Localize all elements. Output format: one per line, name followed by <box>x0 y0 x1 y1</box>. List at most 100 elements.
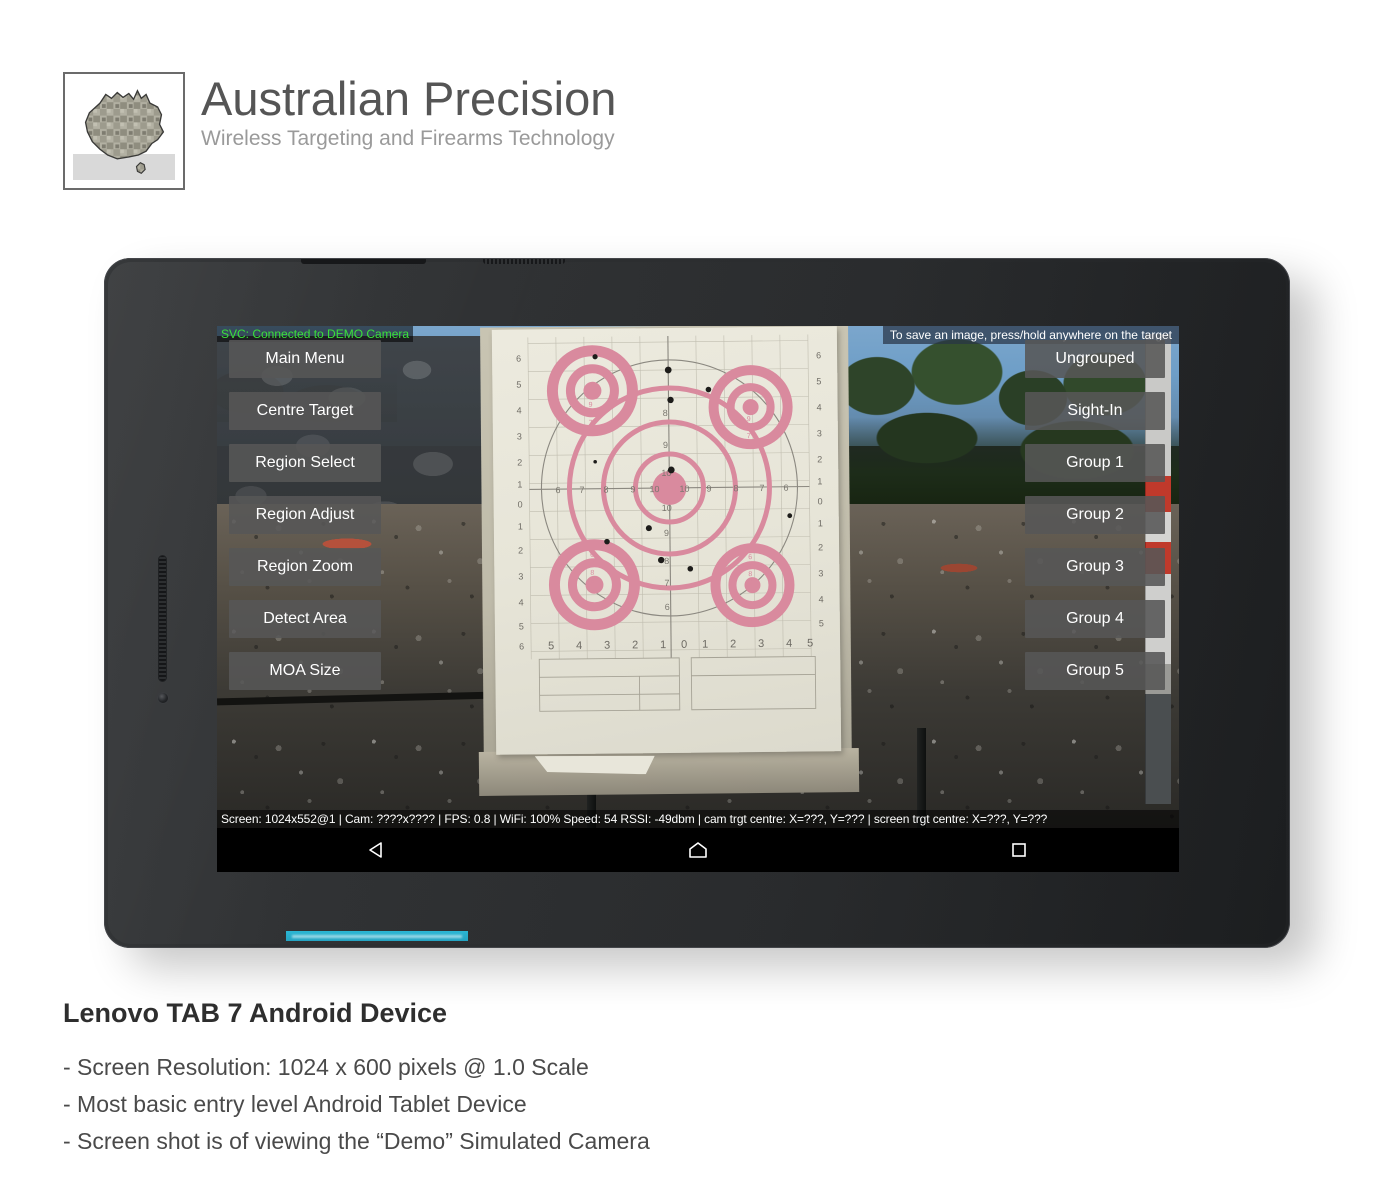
svg-text:2: 2 <box>817 454 822 464</box>
detect-area-button[interactable]: Detect Area <box>229 600 381 638</box>
svg-text:2: 2 <box>632 639 638 651</box>
caption-title: Lenovo TAB 7 Android Device <box>63 998 448 1028</box>
brand-header: Australian Precision Wireless Targeting … <box>63 72 616 190</box>
svg-text:5: 5 <box>816 376 821 386</box>
caption-line-resolution: - Screen Resolution: 1024 x 600 pixels @… <box>63 1054 589 1080</box>
svg-text:8: 8 <box>733 483 738 493</box>
svg-text:1: 1 <box>702 639 708 651</box>
svg-text:5: 5 <box>548 640 554 652</box>
recents-square-glyph <box>1011 843 1026 857</box>
camera-viewport[interactable]: 10 10 10 10 9 9 9 9 8 8 8 8 7 7 7 6 6 6 … <box>217 326 1179 828</box>
svg-text:9: 9 <box>663 440 668 450</box>
svg-text:7: 7 <box>590 561 594 568</box>
svg-text:7: 7 <box>579 485 584 495</box>
svg-text:6: 6 <box>589 428 593 435</box>
svg-text:4: 4 <box>519 597 524 607</box>
svg-text:8: 8 <box>664 556 669 566</box>
svg-text:1: 1 <box>517 480 522 490</box>
svg-text:5: 5 <box>519 621 524 631</box>
group-4-button[interactable]: Group 4 <box>1025 600 1165 638</box>
svg-text:2: 2 <box>517 458 522 468</box>
target-board-base <box>478 748 860 796</box>
svg-text:9: 9 <box>748 579 752 586</box>
region-adjust-button[interactable]: Region Adjust <box>229 496 381 534</box>
device-bottom-accent <box>286 931 468 941</box>
logo-box <box>63 72 185 190</box>
svg-text:1: 1 <box>817 476 822 486</box>
volume-button[interactable] <box>483 259 565 264</box>
main-menu-button[interactable]: Main Menu <box>229 340 381 378</box>
svg-text:9: 9 <box>590 578 594 585</box>
group-1-button[interactable]: Group 1 <box>1025 444 1165 482</box>
svg-text:7: 7 <box>589 420 593 427</box>
australia-map-svg <box>84 89 165 174</box>
speaker-grille <box>158 555 167 682</box>
svg-text:8: 8 <box>747 425 751 432</box>
australia-map-camo-icon <box>73 82 175 180</box>
caption-line-demo: - Screen shot is of viewing the “Demo” S… <box>63 1127 650 1154</box>
right-button-column: Ungrouped Sight-In Group 1 Group 2 Group… <box>1025 340 1165 704</box>
svg-text:1: 1 <box>818 518 823 528</box>
svg-text:6: 6 <box>555 485 560 495</box>
svg-text:8: 8 <box>603 485 608 495</box>
svg-text:5: 5 <box>516 380 521 390</box>
svg-text:10: 10 <box>649 484 659 494</box>
back-triangle-glyph <box>369 842 383 858</box>
android-nav-bar <box>217 828 1179 872</box>
group-3-button[interactable]: Group 3 <box>1025 548 1165 586</box>
moa-size-button[interactable]: MOA Size <box>229 652 381 690</box>
sight-in-button[interactable]: Sight-In <box>1025 392 1165 430</box>
svg-text:3: 3 <box>517 432 522 442</box>
home-icon[interactable] <box>670 828 726 872</box>
svg-text:9: 9 <box>747 416 751 423</box>
front-camera-icon <box>157 692 169 704</box>
svg-text:3: 3 <box>518 572 523 582</box>
caption-block: Lenovo TAB 7 Android Device - Screen Res… <box>63 998 650 1159</box>
svg-text:6: 6 <box>816 350 821 360</box>
brand-subtitle: Wireless Targeting and Firearms Technolo… <box>201 127 615 151</box>
svg-text:8: 8 <box>663 408 668 418</box>
svg-text:9: 9 <box>630 484 635 494</box>
paper-target[interactable]: 10 10 10 10 9 9 9 9 8 8 8 8 7 7 7 6 6 6 … <box>491 326 842 755</box>
svg-text:1: 1 <box>518 522 523 532</box>
lenovo-tablet-device: 10 10 10 10 9 9 9 9 8 8 8 8 7 7 7 6 6 6 … <box>104 258 1290 948</box>
ungrouped-button[interactable]: Ungrouped <box>1025 340 1165 378</box>
svg-text:6: 6 <box>519 641 524 651</box>
svg-text:3: 3 <box>604 640 610 652</box>
svg-text:0: 0 <box>818 496 823 506</box>
svg-text:5: 5 <box>807 637 813 649</box>
caption-line-device: - Most basic entry level Android Tablet … <box>63 1090 527 1117</box>
region-zoom-button[interactable]: Region Zoom <box>229 548 381 586</box>
page-title: Australian Precision <box>201 72 617 125</box>
svg-text:7: 7 <box>664 578 669 588</box>
svg-text:0: 0 <box>681 639 687 651</box>
svg-text:8: 8 <box>590 570 594 577</box>
svg-text:4: 4 <box>819 594 824 604</box>
centre-target-button[interactable]: Centre Target <box>229 392 381 430</box>
svg-text:7: 7 <box>759 483 764 493</box>
group-2-button[interactable]: Group 2 <box>1025 496 1165 534</box>
svg-text:2: 2 <box>730 638 736 650</box>
back-icon[interactable] <box>349 828 405 872</box>
svg-text:4: 4 <box>817 402 822 412</box>
svg-text:8: 8 <box>748 571 752 578</box>
left-button-column: Main Menu Centre Target Region Select Re… <box>229 340 381 704</box>
svg-text:6: 6 <box>590 552 594 559</box>
svg-text:9: 9 <box>664 528 669 538</box>
svg-text:6: 6 <box>747 441 751 448</box>
svg-text:7: 7 <box>748 562 752 569</box>
svg-text:6: 6 <box>665 602 670 612</box>
svg-text:10: 10 <box>679 484 689 494</box>
group-5-button[interactable]: Group 5 <box>1025 652 1165 690</box>
recents-icon[interactable] <box>991 828 1047 872</box>
region-select-button[interactable]: Region Select <box>229 444 381 482</box>
svg-text:6: 6 <box>783 483 788 493</box>
power-button[interactable] <box>301 259 426 264</box>
svg-text:1: 1 <box>660 639 666 651</box>
target-graphic: 10 10 10 10 9 9 9 9 8 8 8 8 7 7 7 6 6 6 … <box>516 334 824 712</box>
brand-text: Australian Precision Wireless Targeting … <box>201 72 616 151</box>
svg-text:8: 8 <box>589 412 593 419</box>
svg-text:6: 6 <box>748 554 752 561</box>
svg-text:3: 3 <box>758 638 764 650</box>
tablet-screen: 10 10 10 10 9 9 9 9 8 8 8 8 7 7 7 6 6 6 … <box>217 326 1179 872</box>
